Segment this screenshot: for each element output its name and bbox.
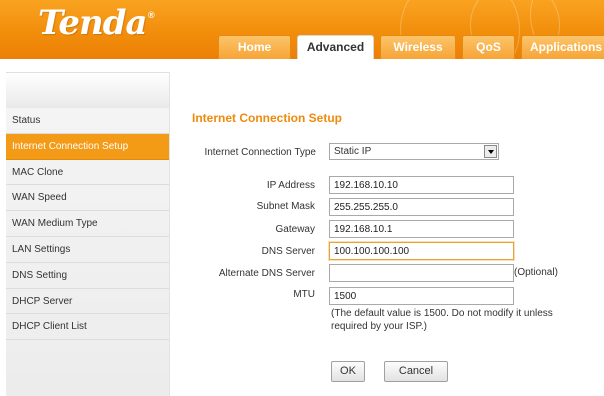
dropdown-arrow-icon[interactable] [484, 145, 497, 158]
tab-qos[interactable]: QoS [462, 35, 515, 59]
connection-type-select[interactable]: Static IP [329, 143, 499, 160]
sidebar-item-mac-clone[interactable]: MAC Clone [6, 160, 169, 186]
cancel-button[interactable]: Cancel [384, 361, 448, 382]
sidebar-item-wan-medium-type[interactable]: WAN Medium Type [6, 211, 169, 237]
subnet-mask-input[interactable]: 255.255.255.0 [329, 198, 514, 216]
registered-mark: ® [148, 10, 155, 20]
alternate-dns-label: Alternate DNS Server [218, 268, 315, 279]
sidebar-item-internet-connection-setup[interactable]: Internet Connection Setup [6, 133, 169, 160]
tab-advanced[interactable]: Advanced [297, 35, 374, 59]
mtu-note: (The default value is 1500. Do not modif… [331, 308, 553, 332]
sidebar-item-status[interactable]: Status [6, 108, 169, 134]
mtu-input[interactable]: 1500 [329, 287, 514, 305]
tab-home[interactable]: Home [218, 35, 291, 59]
connection-type-value: Static IP [334, 146, 372, 157]
gateway-input[interactable]: 192.168.10.1 [329, 220, 514, 238]
page-title: Internet Connection Setup [192, 111, 342, 125]
sidebar-item-dhcp-server[interactable]: DHCP Server [6, 289, 169, 315]
sidebar-item-lan-settings[interactable]: LAN Settings [6, 237, 169, 263]
sidebar-header [6, 72, 169, 108]
tenda-logo: Tenda [38, 3, 148, 43]
ip-address-input[interactable]: 192.168.10.10 [329, 176, 514, 194]
mtu-label: MTU [293, 289, 315, 300]
main-tabs: Home Advanced Wireless QoS Applications [218, 35, 604, 59]
sidebar-item-wan-speed[interactable]: WAN Speed [6, 185, 169, 212]
sidebar-item-dhcp-client-list[interactable]: DHCP Client List [6, 314, 169, 341]
dns-server-label: DNS Server [261, 246, 315, 257]
sidebar-item-dns-setting[interactable]: DNS Setting [6, 263, 169, 289]
top-header: Tenda ® Home Advanced Wireless QoS Appli… [0, 0, 604, 59]
alternate-dns-input[interactable] [329, 264, 514, 282]
optional-hint: (Optional) [514, 267, 558, 278]
tab-applications[interactable]: Applications [521, 35, 604, 59]
gateway-label: Gateway [275, 224, 315, 235]
sidebar-menu: Status Internet Connection Setup MAC Clo… [6, 108, 169, 396]
connection-type-label: Internet Connection Type [204, 147, 316, 158]
ok-button[interactable]: OK [331, 361, 365, 382]
tab-wireless[interactable]: Wireless [380, 35, 456, 59]
subnet-mask-label: Subnet Mask [256, 201, 315, 212]
dns-server-input[interactable]: 100.100.100.100 [329, 242, 514, 260]
ip-address-label: IP Address [266, 180, 315, 191]
